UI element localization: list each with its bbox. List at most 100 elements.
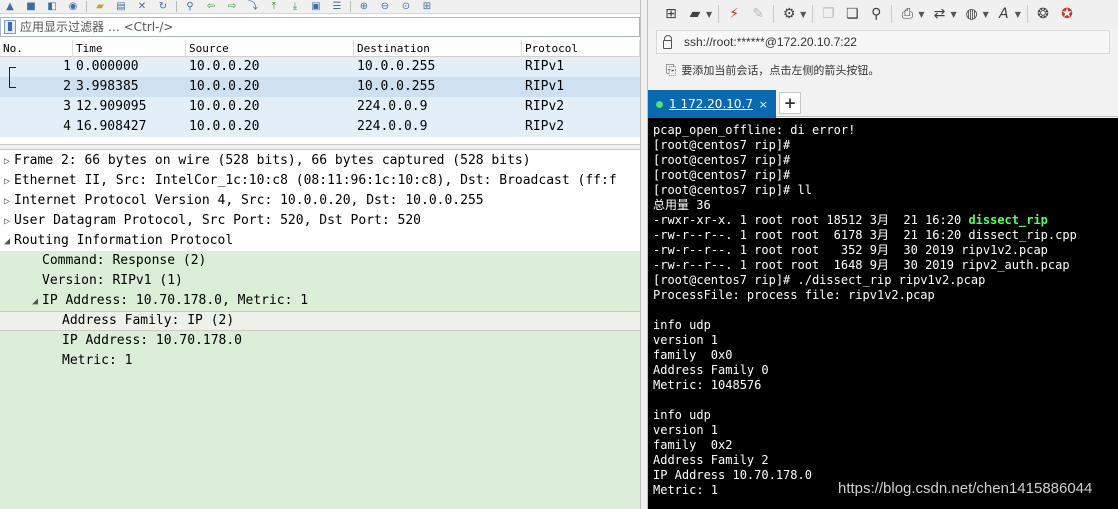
chevron-down-icon[interactable]: ▼ <box>706 10 712 19</box>
window-splitter[interactable] <box>640 0 648 509</box>
tree-item-label: Metric: 1 <box>62 353 133 368</box>
tree-item-rip[interactable]: ◢ Routing Information Protocol <box>0 231 640 251</box>
terminal-line: pcap_open_offline: di error! <box>653 123 856 137</box>
terminal-line: -rw-r--r--. 1 root root 352 9月 30 2019 r… <box>653 243 1048 257</box>
tree-item-ip[interactable]: ▷ Internet Protocol Version 4, Src: 10.0.… <box>0 191 640 211</box>
go-last-icon[interactable]: ⤓ <box>287 1 303 13</box>
chevron-down-icon[interactable]: ▼ <box>983 10 989 19</box>
filter-bookmark-icon[interactable] <box>4 20 16 34</box>
column-header-no[interactable]: No. <box>0 40 73 57</box>
expand-arrow-icon[interactable]: ▷ <box>0 212 14 231</box>
tree-item-ip-entry[interactable]: ◢ IP Address: 10.70.178.0, Metric: 1 <box>0 291 640 311</box>
options-gear-icon[interactable]: ◉ <box>65 1 81 13</box>
print-icon[interactable]: ⎙ <box>898 5 916 23</box>
column-header-destination[interactable]: Destination <box>354 40 522 57</box>
xshell-window: ⊞ ▰ ▼ ⚡ ✎ ⚙ ▼ ❐ ❏ ⚲ ⎙ ▼ ⇄ ▼ ◍ ▼ A ▼ ❂ ✪ ssh://… <box>648 0 1118 509</box>
close-file-icon[interactable]: ✕ <box>134 1 150 13</box>
xftp-icon[interactable]: ✪ <box>1058 5 1076 23</box>
collapse-arrow-icon[interactable]: ◢ <box>0 232 14 251</box>
chevron-down-icon[interactable]: ▼ <box>918 10 924 19</box>
open-folder-icon[interactable]: ▰ <box>686 5 704 23</box>
terminal-line-text: -rwxr-xr-x. 1 root root 18512 3月 21 16:2… <box>653 213 969 227</box>
packet-destination: 224.0.0.9 <box>357 119 428 134</box>
terminal-line: [root@centos7 rip]# <box>653 168 791 182</box>
packet-source: 10.0.0.20 <box>189 59 260 74</box>
address-bar[interactable]: ssh://root:******@172.20.10.7:22 <box>656 30 1110 54</box>
tree-item-label: IP Address: 10.70.178.0, Metric: 1 <box>42 293 309 308</box>
packet-no: 3 <box>63 99 71 114</box>
packet-no: 2 <box>0 77 73 97</box>
colorize-icon[interactable]: ☰ <box>329 1 345 13</box>
open-folder-icon[interactable]: ▰ <box>92 1 108 13</box>
zoom-in-icon[interactable]: ⊕ <box>356 1 372 13</box>
font-icon[interactable]: A <box>995 5 1013 23</box>
transfer-icon[interactable]: ⇄ <box>930 5 948 23</box>
zoom-reset-icon[interactable]: ⊙ <box>398 1 414 13</box>
reload-icon[interactable]: ↻ <box>155 1 171 13</box>
packet-destination: 224.0.0.9 <box>357 99 428 114</box>
chevron-down-icon[interactable]: ▼ <box>950 10 956 19</box>
add-tab-button[interactable]: + <box>779 92 801 114</box>
tree-item-udp[interactable]: ▷ User Datagram Protocol, Src Port: 520, … <box>0 211 640 231</box>
restart-icon[interactable]: ◧ <box>44 1 60 13</box>
tree-item-command[interactable]: Command: Response (2) <box>0 251 640 271</box>
packet-row[interactable]: 1 0.000000 10.0.0.20 10.0.0.255 RIPv1 <box>0 57 640 77</box>
find-icon[interactable]: ⚲ <box>867 5 885 23</box>
display-filter-input[interactable] <box>20 19 580 35</box>
tree-item-metric[interactable]: Metric: 1 <box>0 351 640 371</box>
terminal-line: Address Family 2 <box>653 453 769 467</box>
tree-item-ethernet[interactable]: ▷ Ethernet II, Src: IntelCor_1c:10:c8 (08… <box>0 171 640 191</box>
paste-icon[interactable]: ❏ <box>843 5 861 23</box>
related-packet-line <box>9 67 10 77</box>
resize-columns-icon[interactable]: ⊞ <box>419 1 435 13</box>
tree-item-frame[interactable]: ▷ Frame 2: 66 bytes on wire (528 bits), 6… <box>0 151 640 171</box>
packet-row[interactable]: 3 12.909095 10.0.0.20 224.0.0.9 RIPv2 <box>0 97 640 117</box>
column-header-time[interactable]: Time <box>73 40 186 57</box>
zoom-out-icon[interactable]: ⊖ <box>377 1 393 13</box>
xshell-logo-icon[interactable]: ❂ <box>1034 5 1052 23</box>
autoscroll-icon[interactable]: ▣ <box>308 1 324 13</box>
column-header-protocol[interactable]: Protocol <box>522 40 640 57</box>
related-packet-line <box>9 77 10 87</box>
expand-arrow-icon[interactable]: ▷ <box>0 152 14 171</box>
related-packet-tick <box>9 87 16 88</box>
go-first-icon[interactable]: ⤒ <box>266 1 282 13</box>
go-forward-icon[interactable]: ⇨ <box>224 1 240 13</box>
toolbar-separator <box>718 5 720 23</box>
expand-arrow-icon[interactable]: ▷ <box>0 192 14 211</box>
column-header-source[interactable]: Source <box>186 40 354 57</box>
new-session-icon[interactable]: ⊞ <box>662 5 680 23</box>
chevron-down-icon[interactable]: ▼ <box>800 10 806 19</box>
go-to-packet-icon[interactable]: ⤵ <box>245 1 261 13</box>
expand-arrow-icon[interactable]: ▷ <box>0 172 14 191</box>
add-session-arrow-icon[interactable]: ⎘ <box>666 63 676 78</box>
lock-icon <box>663 34 672 49</box>
packet-no: 1 <box>0 57 73 77</box>
packet-row[interactable]: 4 16.908427 10.0.0.20 224.0.0.9 RIPv2 <box>0 117 640 137</box>
close-icon[interactable]: × <box>759 98 768 111</box>
tree-item-ip-address[interactable]: IP Address: 10.70.178.0 <box>0 331 640 351</box>
disconnect-icon[interactable]: ✎ <box>749 5 767 23</box>
tree-item-version[interactable]: Version: RIPv1 (1) <box>0 271 640 291</box>
properties-icon[interactable]: ⚙ <box>780 5 798 23</box>
tree-item-label: Internet Protocol Version 4, Src: 10.0.0… <box>14 193 484 208</box>
collapse-arrow-icon[interactable]: ◢ <box>28 292 42 311</box>
tree-item-address-family[interactable]: Address Family: IP (2) <box>0 311 640 331</box>
terminal-line: version 1 <box>653 333 719 347</box>
save-file-icon[interactable]: ▤ <box>113 1 129 13</box>
tree-item-label: Version: RIPv1 (1) <box>42 273 183 288</box>
terminal[interactable]: pcap_open_offline: di error! [root@cento… <box>648 118 1118 509</box>
globe-icon[interactable]: ◍ <box>963 5 981 23</box>
toolbar-separator <box>1026 5 1028 23</box>
packet-row-selected[interactable]: 2 3.998385 10.0.0.20 10.0.0.255 RIPv1 <box>0 77 640 97</box>
find-packet-icon[interactable]: ⚲ <box>182 1 198 13</box>
session-tab[interactable]: 1 172.20.10.7 × <box>648 90 776 118</box>
terminal-line: [root@centos7 rip]# ll <box>653 183 812 197</box>
go-back-icon[interactable]: ⇦ <box>203 1 219 13</box>
stop-capture-icon[interactable]: ▲ <box>2 1 18 13</box>
connect-icon[interactable]: ⚡ <box>725 5 743 23</box>
stop-square-icon[interactable]: ■ <box>23 1 39 13</box>
terminal-line: -rwxr-xr-x. 1 root root 18512 3月 21 16:2… <box>653 213 1118 228</box>
chevron-down-icon[interactable]: ▼ <box>1015 10 1021 19</box>
copy-icon[interactable]: ❐ <box>819 5 837 23</box>
